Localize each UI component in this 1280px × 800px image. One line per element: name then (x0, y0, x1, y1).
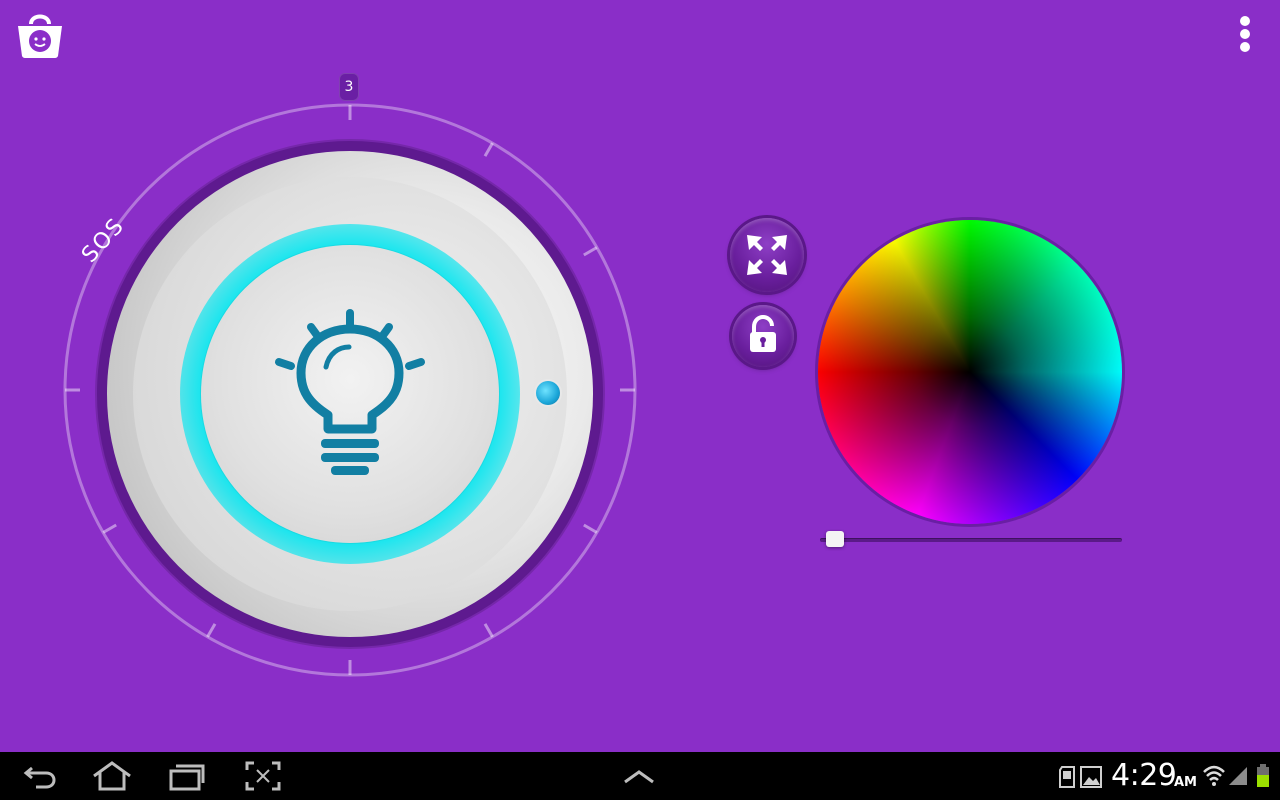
brightness-slider-thumb[interactable] (825, 531, 844, 547)
home-icon[interactable] (92, 760, 132, 792)
clock-ampm: AM (1174, 775, 1197, 790)
sd-card-icon (1059, 766, 1075, 788)
dial-tick (102, 523, 117, 534)
unlock-icon (750, 314, 776, 352)
recent-apps-icon[interactable] (168, 760, 206, 792)
screenshot-icon[interactable] (245, 760, 281, 792)
dial-tick (483, 142, 494, 157)
brightness-slider-track[interactable] (820, 538, 1122, 542)
strobe-level-indicator: 3 (339, 73, 359, 101)
back-icon[interactable] (22, 760, 56, 792)
dial-tick (483, 623, 494, 638)
clock-time: 4:29 (1111, 758, 1177, 793)
dial-tick (583, 523, 598, 534)
dial-handle[interactable] (536, 381, 560, 405)
lock-button[interactable] (732, 305, 794, 367)
power-toggle-button[interactable] (201, 245, 499, 543)
fullscreen-arrows-icon (747, 235, 787, 275)
wifi-icon (1203, 765, 1225, 786)
dial-tick (206, 623, 217, 638)
dial-tick (583, 246, 598, 257)
up-chevron-icon[interactable] (622, 760, 656, 792)
fullscreen-button[interactable] (730, 218, 804, 292)
signal-icon (1229, 767, 1247, 785)
store-button[interactable] (14, 10, 66, 62)
lightbulb-icon (275, 309, 425, 475)
color-wheel[interactable] (818, 220, 1122, 524)
gallery-icon (1080, 766, 1102, 788)
overflow-menu-icon[interactable] (1228, 12, 1262, 56)
battery-icon (1257, 764, 1269, 787)
system-navigation-bar: 4:29 AM (0, 752, 1280, 800)
shopping-bag-smiley-icon (18, 14, 62, 58)
